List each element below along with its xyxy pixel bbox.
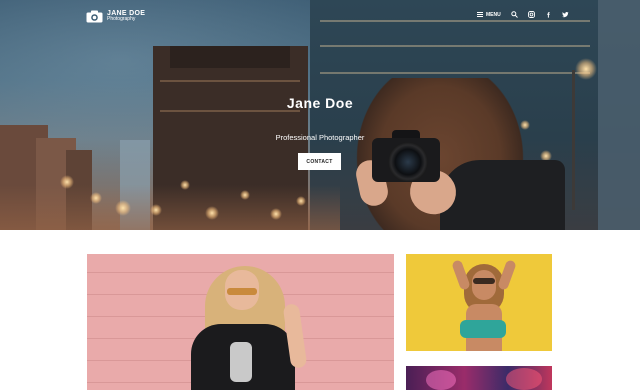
- instagram-icon[interactable]: [527, 11, 535, 18]
- hero-window-row: [160, 80, 300, 82]
- camera-icon: [86, 10, 103, 23]
- brand-tagline: Photography: [107, 16, 136, 22]
- facebook-icon[interactable]: [545, 11, 552, 18]
- hero-bokeh-light: [115, 200, 131, 216]
- top-nav: MENU: [477, 11, 569, 18]
- gallery-photo[interactable]: [406, 254, 552, 351]
- gallery-photo[interactable]: [87, 254, 394, 390]
- hero-photographer-jacket: [440, 160, 565, 230]
- hamburger-icon: [477, 12, 483, 17]
- site-logo[interactable]: JANE DOE Photography: [86, 8, 145, 24]
- neon-glow: [426, 370, 456, 390]
- hero-title: Jane Doe: [286, 95, 354, 111]
- sunglasses-icon: [227, 288, 257, 295]
- search-icon[interactable]: [511, 11, 518, 18]
- hero-street: [0, 185, 340, 230]
- hero-bokeh-light: [90, 192, 102, 204]
- hero-bokeh-light: [150, 204, 162, 216]
- hero-lamp-post: [572, 70, 575, 210]
- hero-window-row: [320, 20, 590, 22]
- photo-subject-top: [460, 320, 506, 338]
- hero-bokeh-light: [296, 196, 306, 206]
- menu-button[interactable]: MENU: [477, 12, 501, 18]
- hero-building: [170, 46, 290, 68]
- hero-bokeh-light: [60, 175, 74, 189]
- gallery-photo[interactable]: [406, 366, 552, 390]
- camera-lens-icon: [388, 142, 428, 182]
- hero-bokeh-light: [270, 208, 282, 220]
- hero-bokeh-light: [180, 180, 190, 190]
- hero-window-row: [320, 72, 590, 74]
- twitter-icon[interactable]: [561, 11, 569, 18]
- hero-bokeh-light: [205, 206, 219, 220]
- contact-button[interactable]: CONTACT: [298, 153, 341, 170]
- hero-street-lamp-light: [575, 58, 597, 80]
- sunglasses-icon: [473, 278, 495, 284]
- hero-section: JANE DOE Photography MENU Jane Doe Profe…: [0, 0, 640, 230]
- neon-glow: [506, 368, 542, 390]
- hero-building: [598, 0, 640, 230]
- hero-bokeh-light: [240, 190, 250, 200]
- hero-subtitle: Professional Photographer: [275, 133, 365, 142]
- photo-subject-face: [472, 270, 496, 300]
- menu-label: MENU: [486, 11, 501, 18]
- hero-window-row: [320, 45, 590, 47]
- skeleton-hand-print: [230, 342, 252, 382]
- logo-text: JANE DOE Photography: [107, 10, 145, 22]
